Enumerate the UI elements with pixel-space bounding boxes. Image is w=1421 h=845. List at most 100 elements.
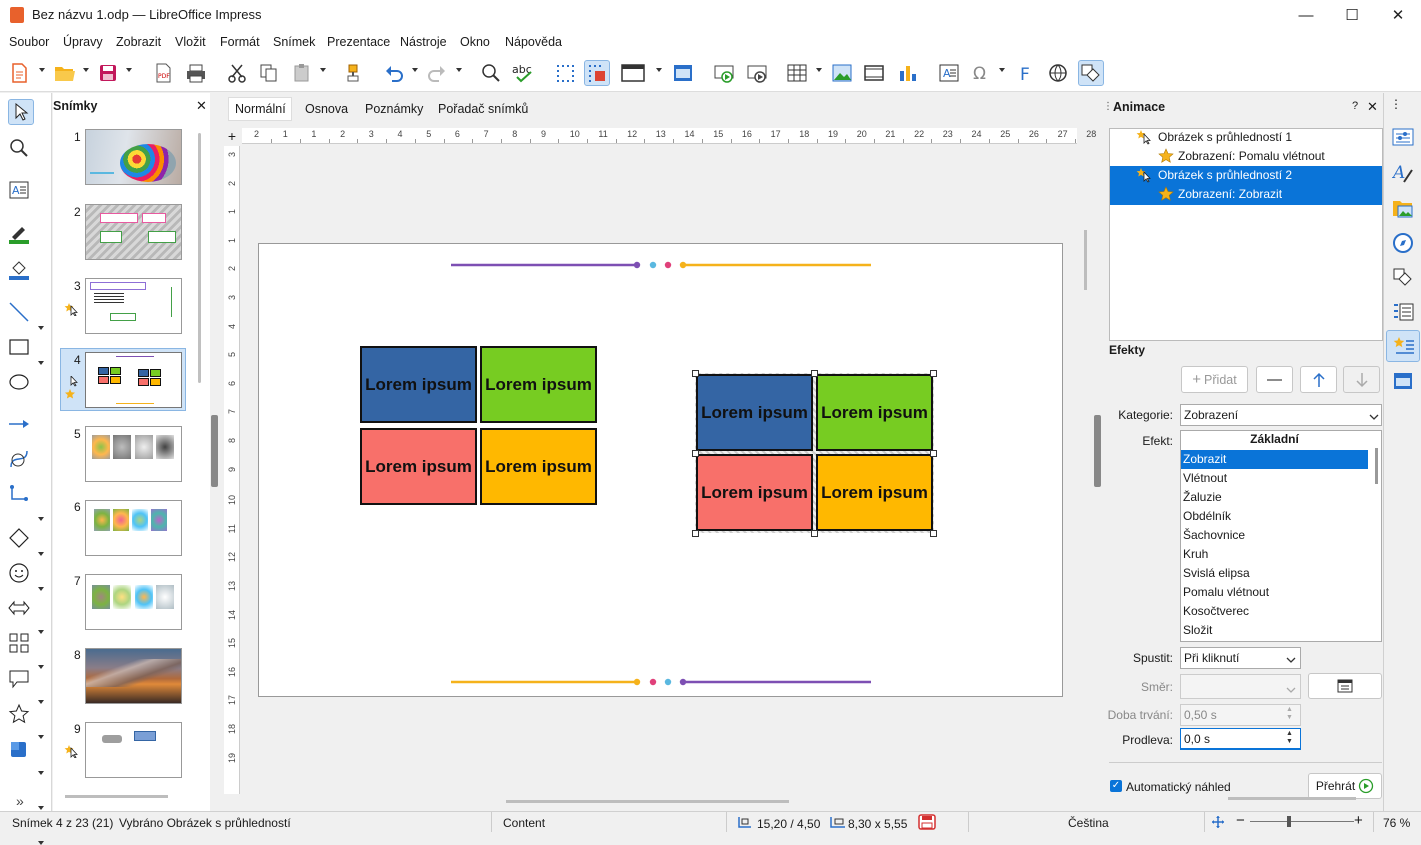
callout-dropdown-icon[interactable] (38, 771, 44, 775)
effect-options-button[interactable] (1308, 673, 1382, 699)
right-splitter-handle[interactable] (1094, 415, 1101, 487)
status-layout-name[interactable]: Content (503, 816, 545, 830)
move-down-button[interactable] (1343, 366, 1380, 393)
rectangle-tool-icon[interactable] (6, 334, 32, 360)
text-tool-icon[interactable]: A (6, 177, 32, 203)
cut-icon[interactable] (224, 60, 250, 86)
animation-item-object-2[interactable]: Obrázek s průhledností 2 (1158, 168, 1292, 182)
status-slide-number[interactable]: Snímek 4 z 23 (21) (12, 816, 113, 830)
selection-handle[interactable] (811, 370, 818, 377)
minimize-button[interactable]: — (1283, 0, 1329, 30)
menu-insert[interactable]: Vložit (175, 35, 206, 49)
effect-option[interactable]: Obdélník (1181, 507, 1368, 526)
curve-dropdown-icon[interactable] (38, 552, 44, 556)
animation-sidebar-icon[interactable] (1392, 335, 1416, 360)
insert-textbox-icon[interactable]: A (936, 60, 962, 86)
helplines-icon[interactable] (584, 60, 610, 86)
tab-notes[interactable]: Poznámky (358, 97, 430, 121)
gallery-icon[interactable] (1392, 197, 1414, 222)
navigator-icon[interactable] (1392, 232, 1414, 257)
horizontal-ruler[interactable]: 2 1 1 2 3 4 5 6 7 8 9 10 11 12 13 14 15 16 17 18 19 20 21 22 23 2… (242, 128, 1105, 144)
curve-tool-icon[interactable] (6, 446, 32, 472)
copy-icon[interactable] (256, 60, 282, 86)
selection-handle[interactable] (930, 530, 937, 537)
flowchart-dropdown-icon[interactable] (38, 735, 44, 739)
slide-thumbnail-2[interactable] (85, 204, 182, 260)
panel-close-button[interactable]: ✕ (1367, 99, 1378, 115)
new-document-icon[interactable] (6, 60, 32, 86)
menu-view[interactable]: Zobrazit (116, 35, 161, 49)
sidebar-menu-icon[interactable]: ⋮ (1390, 97, 1402, 111)
effect-option[interactable]: Kosočtverec (1181, 602, 1368, 621)
animation-item-effect-1[interactable]: Zobrazení: Pomalu vlétnout (1178, 149, 1325, 163)
effect-option[interactable]: Žaluzie (1181, 488, 1368, 507)
lorem-box-green[interactable]: Lorem ipsum (816, 374, 933, 451)
selection-handle[interactable] (692, 530, 699, 537)
tab-normal[interactable]: Normální (228, 97, 293, 121)
symbol-dropdown-icon[interactable] (38, 665, 44, 669)
status-zoom[interactable]: 76 % (1383, 816, 1410, 830)
slide-thumbnail-5[interactable] (85, 426, 182, 482)
symbol-shapes-icon[interactable] (6, 560, 32, 586)
maximize-button[interactable]: ☐ (1329, 0, 1375, 30)
zoom-slider-track[interactable] (1250, 821, 1354, 822)
slide-canvas[interactable]: Lorem ipsum Lorem ipsum Lorem ipsum Lore… (258, 243, 1063, 697)
slides-h-scrollbar[interactable] (65, 795, 168, 798)
block-arrows-dropdown-icon[interactable] (38, 700, 44, 704)
zoom-slider-thumb[interactable] (1287, 816, 1291, 827)
animation-item-object-1[interactable]: Obrázek s průhledností 1 (1158, 130, 1292, 144)
start-current-slide-icon[interactable] (744, 60, 770, 86)
selection-handle[interactable] (811, 530, 818, 537)
slide-thumbnail-3[interactable] (85, 278, 182, 334)
special-character-icon[interactable]: Ω (968, 60, 994, 86)
canvas-v-scrollbar[interactable] (1084, 230, 1087, 290)
callout-icon[interactable] (6, 666, 32, 692)
start-select[interactable]: Při kliknutí (1180, 647, 1301, 669)
3d-dropdown-icon[interactable] (38, 841, 44, 845)
selection-handle[interactable] (692, 370, 699, 377)
basic-shapes-icon[interactable] (6, 525, 32, 551)
slides-scrollbar[interactable] (198, 133, 201, 383)
line-color-dropdown-icon[interactable] (38, 326, 44, 330)
lorem-box-blue[interactable]: Lorem ipsum (696, 374, 813, 451)
lorem-box-orange[interactable]: Lorem ipsum (816, 454, 933, 531)
tab-slide-sorter[interactable]: Pořadač snímků (431, 97, 535, 121)
start-first-slide-icon[interactable] (711, 60, 737, 86)
left-splitter-handle[interactable] (211, 415, 218, 487)
panel-help-button[interactable]: ? (1352, 100, 1358, 112)
canvas-h-scrollbar[interactable] (506, 800, 789, 803)
special-char-dropdown-icon[interactable] (999, 68, 1005, 72)
selection-handle[interactable] (930, 370, 937, 377)
ellipse-tool-icon[interactable] (6, 369, 32, 395)
arrow-dropdown-icon[interactable] (38, 517, 44, 521)
insert-media-icon[interactable] (861, 60, 887, 86)
slide-thumbnail-7[interactable] (85, 574, 182, 630)
selection-handle[interactable] (692, 450, 699, 457)
selection-handle[interactable] (930, 450, 937, 457)
undo-icon[interactable] (381, 60, 407, 86)
fill-color-dropdown-icon[interactable] (38, 361, 44, 365)
effect-option[interactable]: Zobrazit (1181, 450, 1368, 469)
duration-field[interactable]: 0,50 s (1180, 704, 1301, 726)
zoom-in-button[interactable]: + (1354, 812, 1363, 829)
menu-format[interactable]: Formát (220, 35, 260, 49)
flowchart-icon[interactable] (6, 630, 32, 656)
slide-thumbnail-4[interactable] (85, 352, 182, 408)
styles-icon[interactable]: A (1391, 162, 1414, 187)
effect-option[interactable]: Složit (1181, 621, 1368, 640)
slide-thumbnail-1[interactable] (85, 129, 182, 185)
layout-dropdown-icon[interactable] (656, 68, 662, 72)
slide-thumbnail-8[interactable] (85, 648, 182, 704)
panel-h-scrollbar[interactable] (1228, 797, 1356, 800)
master-slide-icon[interactable] (670, 60, 696, 86)
paste-dropdown-icon[interactable] (320, 68, 326, 72)
menu-slide[interactable]: Snímek (273, 35, 315, 49)
tab-outline[interactable]: Osnova (298, 97, 355, 121)
effect-option[interactable]: Kruh (1181, 545, 1368, 564)
menu-edit[interactable]: Úpravy (63, 35, 103, 49)
autopreview-checkbox[interactable]: ✓ (1110, 780, 1122, 792)
add-effect-button[interactable]: + Přidat (1181, 366, 1248, 393)
fill-color-icon[interactable] (6, 257, 32, 283)
arrow-line-icon[interactable] (6, 411, 32, 437)
block-arrows-icon[interactable] (6, 595, 32, 621)
